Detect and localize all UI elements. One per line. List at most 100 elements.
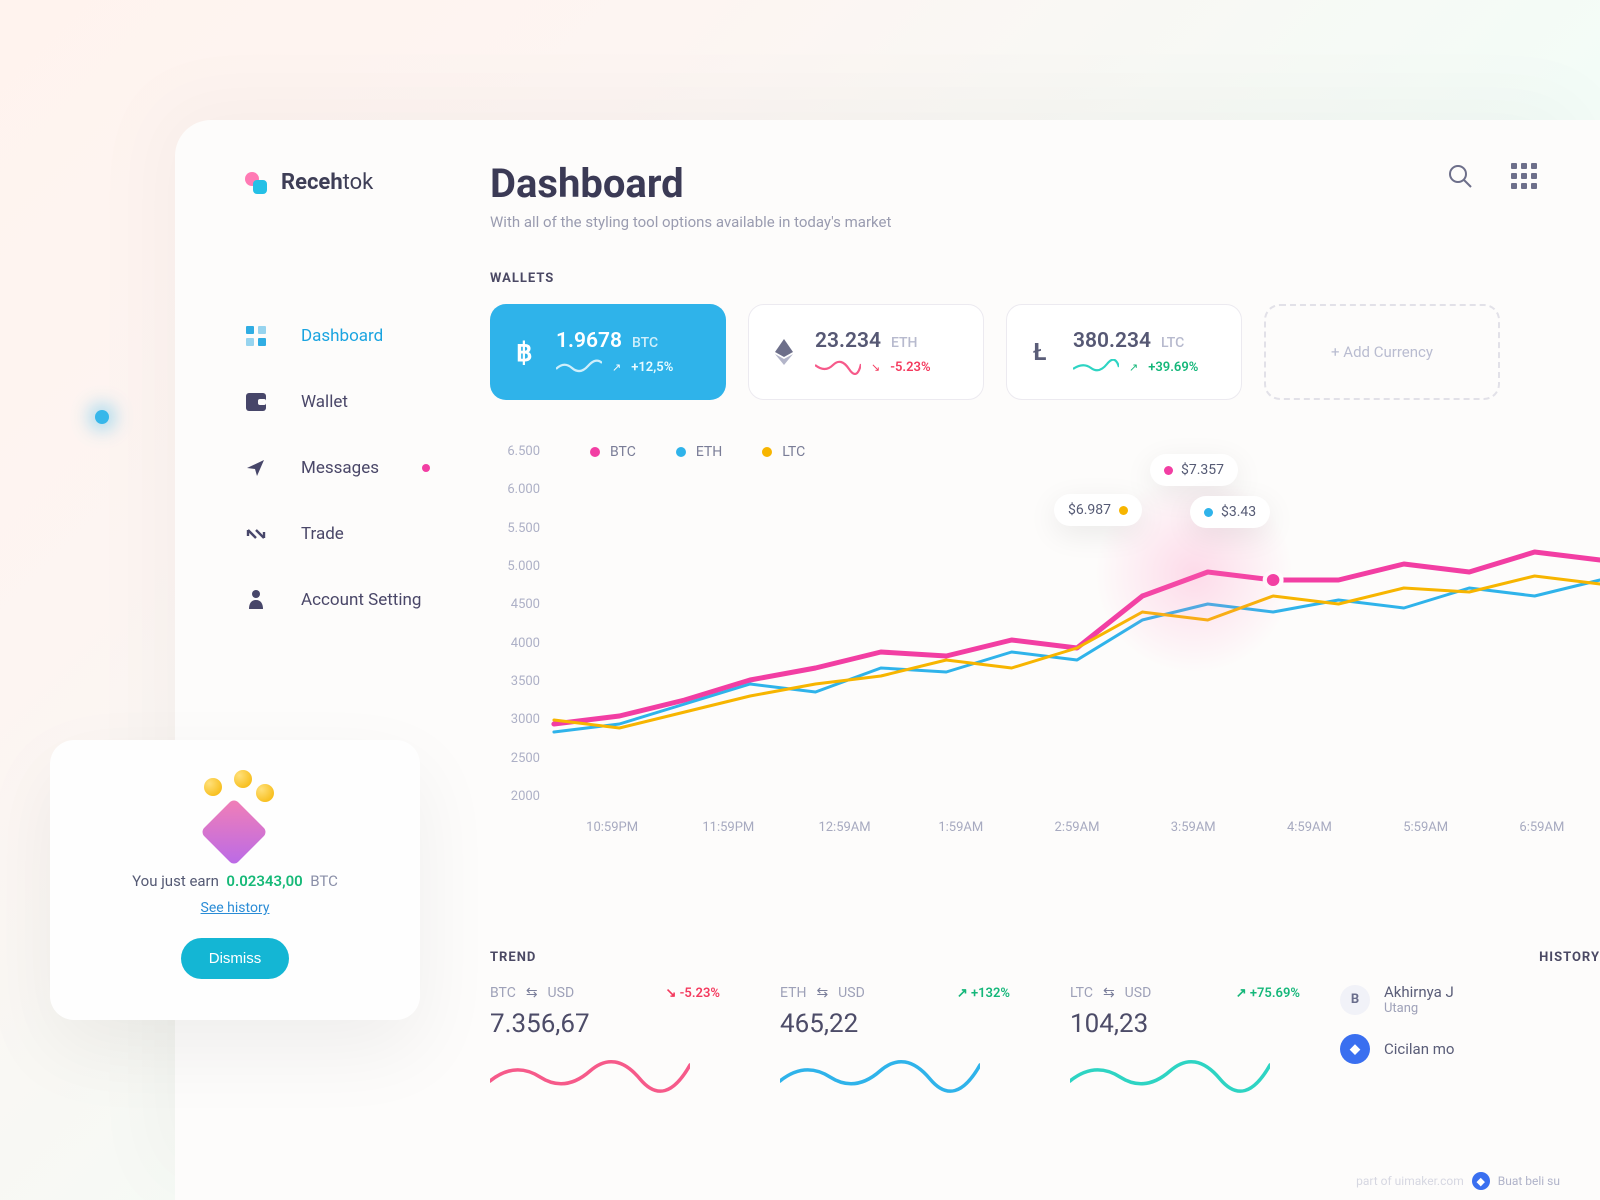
swap-icon: ⇆ xyxy=(526,985,538,1001)
chart-plot[interactable]: $6.987 $7.357 $3.43 xyxy=(554,444,1600,804)
wallet-currency: ETH xyxy=(891,335,918,351)
chart-tooltip-btc: $7.357 xyxy=(1150,454,1238,486)
credit-icon: ◆ xyxy=(1472,1172,1490,1190)
nav-trade[interactable]: Trade xyxy=(245,523,490,545)
wallet-icon xyxy=(245,391,267,413)
earn-illustration xyxy=(190,770,280,860)
messages-icon xyxy=(245,457,267,479)
history-item[interactable]: BAkhirnya JUtang xyxy=(1340,983,1600,1016)
trade-icon xyxy=(245,523,267,545)
nav-active-marker xyxy=(95,410,109,424)
swap-icon: ⇆ xyxy=(816,985,828,1001)
btc-icon: ฿ xyxy=(510,337,540,367)
trend-to: USD xyxy=(838,985,865,1001)
main: Dashboard With all of the styling tool o… xyxy=(490,120,1600,1200)
brand-icon xyxy=(245,172,267,194)
svg-text:Ł: Ł xyxy=(1033,338,1046,366)
brand: Recehtok xyxy=(245,170,490,195)
page-title: Dashboard xyxy=(490,160,891,207)
swap-icon: ⇆ xyxy=(1103,985,1115,1001)
apps-grid-button[interactable] xyxy=(1508,160,1540,192)
history-title: Cicilan mo xyxy=(1384,1040,1454,1058)
sidebar: Recehtok Dashboard Wallet Messages xyxy=(175,120,490,1200)
trend-from: ETH xyxy=(780,985,806,1001)
history-label: HISTORY xyxy=(1340,950,1600,965)
earn-toast: You just earn 0.02343,00 BTC See history… xyxy=(50,740,420,1020)
nav-label: Messages xyxy=(301,458,379,478)
history-list: BAkhirnya JUtang ◆ Cicilan mo xyxy=(1340,983,1600,1064)
history-item[interactable]: ◆ Cicilan mo xyxy=(1340,1034,1600,1064)
trend-delta: ↗ +132% xyxy=(957,986,1010,1001)
chart-y-axis: 6.5006.0005.5005.00045004000350030002500… xyxy=(490,444,540,804)
trend-cards: BTC ⇆ USD ↘ -5.23% 7.356,67 ETH ⇆ USD ↗ +132% 465… xyxy=(490,985,1300,1097)
trend-delta: ↗ +75.69% xyxy=(1236,986,1300,1001)
wallet-card-btc[interactable]: ฿ 1.9678 BTC ↗ +12,5% xyxy=(490,304,726,400)
chart-x-axis: 10:59PM11:59PM12:59AM1:59AM2:59AM3:59AM4… xyxy=(554,820,1600,835)
history-badge: ◆ xyxy=(1340,1034,1370,1064)
nav-dashboard[interactable]: Dashboard xyxy=(245,325,490,347)
nav-wallet[interactable]: Wallet xyxy=(245,391,490,413)
search-button[interactable] xyxy=(1444,160,1476,192)
brand-name: Recehtok xyxy=(281,170,373,195)
wallet-delta: +12,5% xyxy=(631,360,673,375)
wallet-card-eth[interactable]: 23.234ETH ↘ -5.23% xyxy=(748,304,984,400)
trend-card[interactable]: ETH ⇆ USD ↗ +132% 465,22 xyxy=(780,985,1010,1097)
nav: Dashboard Wallet Messages Trade xyxy=(245,325,490,611)
trend-value: 465,22 xyxy=(780,1009,1010,1039)
nav-label: Trade xyxy=(301,524,344,544)
trend-up-icon: ↗ xyxy=(957,986,968,1001)
spark-icon xyxy=(1073,359,1119,375)
earn-text: You just earn 0.02343,00 BTC xyxy=(132,872,338,890)
trend-spark xyxy=(1070,1053,1270,1093)
user-icon xyxy=(245,589,267,611)
trend-to: USD xyxy=(548,985,575,1001)
wallet-amount: 380.234 xyxy=(1073,329,1151,353)
wallet-amount: 23.234 xyxy=(815,329,881,353)
wallet-currency: BTC xyxy=(632,335,658,351)
trend-label: TREND xyxy=(490,950,1300,965)
history-title: Akhirnya J xyxy=(1384,983,1454,1001)
wallet-delta: +39.69% xyxy=(1148,360,1198,375)
nav-label: Dashboard xyxy=(301,326,383,346)
trend-value: 7.356,67 xyxy=(490,1009,720,1039)
trend-from: BTC xyxy=(490,985,516,1001)
trend-card[interactable]: BTC ⇆ USD ↘ -5.23% 7.356,67 xyxy=(490,985,720,1097)
chart-tooltip-ltc: $6.987 xyxy=(1054,494,1142,526)
wallets-row: ฿ 1.9678 BTC ↗ +12,5% 23.234 ETH xyxy=(490,304,1600,400)
trend-up-icon: ↗ xyxy=(612,361,621,374)
trend-from: LTC xyxy=(1070,985,1093,1001)
trend-up-icon: ↗ xyxy=(1236,986,1247,1001)
wallets-label: WALLETS xyxy=(490,271,1600,286)
trend-card[interactable]: LTC ⇆ USD ↗ +75.69% 104,23 xyxy=(1070,985,1300,1097)
nav-messages[interactable]: Messages xyxy=(245,457,490,479)
ltc-icon: Ł xyxy=(1027,337,1057,367)
trend-down-icon: ↘ xyxy=(871,361,880,374)
see-history-link[interactable]: See history xyxy=(201,900,270,916)
nav-account-setting[interactable]: Account Setting xyxy=(245,589,490,611)
trend-down-icon: ↘ xyxy=(666,986,677,1001)
eth-icon xyxy=(769,337,799,367)
dismiss-button[interactable]: Dismiss xyxy=(181,938,290,979)
wallet-card-ltc[interactable]: Ł 380.234 LTC ↗ +39.69% xyxy=(1006,304,1242,400)
chart: BTC ETH LTC 6.5006.0005.5005.00045004000… xyxy=(490,444,1600,874)
history-sub: Utang xyxy=(1384,1001,1454,1016)
trend-delta: ↘ -5.23% xyxy=(666,986,720,1001)
wallet-currency: LTC xyxy=(1161,335,1184,351)
wallet-amount: 1.9678 xyxy=(556,329,622,353)
nav-label: Wallet xyxy=(301,392,348,412)
spark-icon xyxy=(815,359,861,375)
nav-label: Account Setting xyxy=(301,590,421,610)
page-subtitle: With all of the styling tool options ava… xyxy=(490,213,891,231)
add-currency-button[interactable]: + Add Currency xyxy=(1264,304,1500,400)
spark-icon xyxy=(556,359,602,375)
credit: part of uimaker.com ◆ Buat beli su xyxy=(1356,1172,1560,1190)
chart-tooltip-eth: $3.43 xyxy=(1190,496,1270,528)
trend-up-icon: ↗ xyxy=(1129,361,1138,374)
trend-spark xyxy=(490,1053,690,1093)
grid-icon xyxy=(1511,163,1537,189)
notification-dot xyxy=(422,464,430,472)
trend-spark xyxy=(780,1053,980,1093)
trend-to: USD xyxy=(1125,985,1152,1001)
trend-value: 104,23 xyxy=(1070,1009,1300,1039)
svg-text:฿: ฿ xyxy=(516,338,533,367)
